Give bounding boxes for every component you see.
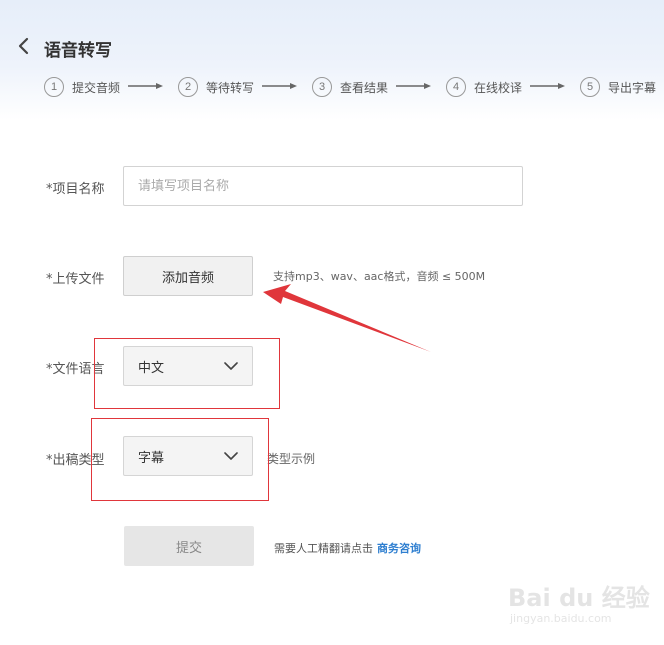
type-sample-link[interactable]: 类型示例 <box>267 450 315 467</box>
step-2: 2 等待转写 <box>178 76 254 98</box>
step-number: 2 <box>178 77 198 97</box>
step-4: 4 在线校译 <box>446 76 522 98</box>
output-type-value: 字幕 <box>138 450 165 466</box>
arrow-right-icon <box>530 83 565 89</box>
manual-note-text: 需要人工精翻请点击 <box>274 542 373 555</box>
step-number: 4 <box>446 77 466 97</box>
step-progress: 1 提交音频 2 等待转写 3 查看结果 4 在线校译 5 导出字幕 <box>44 76 664 98</box>
page-header: 语音转写 1 提交音频 2 等待转写 3 查看结果 4 在线校译 5 导出字幕 <box>0 0 664 120</box>
step-number: 1 <box>44 77 64 97</box>
file-language-value: 中文 <box>138 360 165 376</box>
manual-translation-note: 需要人工精翻请点击 商务咨询 <box>274 540 421 556</box>
step-label: 等待转写 <box>206 80 255 95</box>
arrow-right-icon <box>128 83 163 89</box>
chevron-left-icon[interactable] <box>14 36 34 56</box>
step-label: 提交音频 <box>72 80 121 95</box>
output-type-select[interactable]: 字幕 <box>123 436 253 476</box>
watermark-domain: jingyan.baidu.com <box>510 612 612 625</box>
arrow-right-icon <box>262 83 297 89</box>
step-3: 3 查看结果 <box>312 76 388 98</box>
step-number: 5 <box>580 77 600 97</box>
project-name-input[interactable] <box>123 166 523 206</box>
file-language-select[interactable]: 中文 <box>123 346 253 386</box>
step-1: 1 提交音频 <box>44 76 120 98</box>
step-number: 3 <box>312 77 332 97</box>
business-consult-link[interactable]: 商务咨询 <box>377 542 421 555</box>
step-label: 在线校译 <box>474 80 523 95</box>
step-5: 5 导出字幕 <box>580 76 656 98</box>
upload-format-hint: 支持mp3、wav、aac格式，音频 ≤ 500M <box>273 270 486 283</box>
chevron-down-icon <box>224 452 238 460</box>
step-label: 查看结果 <box>340 80 389 95</box>
chevron-down-icon <box>224 362 238 370</box>
page-title: 语音转写 <box>44 41 112 61</box>
output-type-label: *出稿类型 <box>46 453 105 468</box>
upload-file-label: *上传文件 <box>46 272 105 287</box>
project-name-label: *项目名称 <box>46 182 105 197</box>
watermark-brand: Bai du 经验 <box>508 584 650 612</box>
annotation-arrow-icon <box>263 284 431 352</box>
submit-button[interactable]: 提交 <box>124 526 254 566</box>
add-audio-button[interactable]: 添加音频 <box>123 256 253 296</box>
baidu-jingyan-watermark: Bai du 经验 jingyan.baidu.com <box>506 572 656 632</box>
arrow-right-icon <box>396 83 431 89</box>
file-language-label: *文件语言 <box>46 362 105 377</box>
step-label: 导出字幕 <box>608 80 657 95</box>
